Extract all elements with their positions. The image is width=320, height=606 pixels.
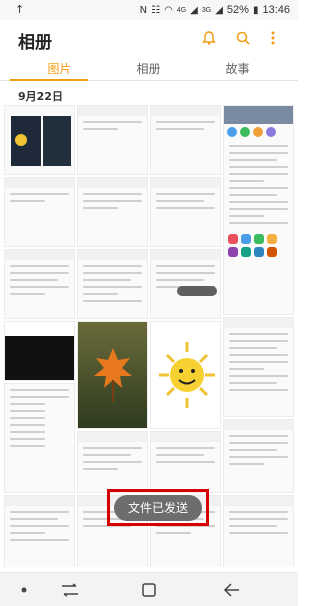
home-button[interactable] bbox=[137, 579, 161, 601]
search-icon[interactable] bbox=[233, 28, 253, 48]
signal-icon-2: ◢ bbox=[215, 4, 223, 16]
thumbnail[interactable] bbox=[4, 383, 75, 493]
network-4g: 4G bbox=[176, 6, 187, 14]
wifi-icon: ◠ bbox=[164, 4, 173, 16]
app-bar: 相册 bbox=[0, 20, 298, 58]
battery-percent: 52% bbox=[226, 4, 249, 16]
thumbnail[interactable] bbox=[223, 419, 294, 493]
thumbnail[interactable] bbox=[4, 495, 75, 567]
thumbnail[interactable] bbox=[4, 105, 75, 175]
thumbnail[interactable] bbox=[223, 495, 294, 567]
network-3g: 3G bbox=[201, 6, 212, 14]
battery-icon: ▮ bbox=[252, 4, 259, 16]
dot-button[interactable] bbox=[12, 579, 36, 601]
thumbnail[interactable] bbox=[77, 177, 148, 247]
status-bar: ↑ N ☷ ◠ 4G ◢ 3G ◢ 52% ▮ 13:46 bbox=[0, 0, 298, 20]
thumbnail[interactable] bbox=[4, 177, 75, 247]
tab-bar: 图片 相册 故事 bbox=[0, 58, 298, 82]
toast-message: 文件已发送 bbox=[114, 494, 202, 521]
thumbnail[interactable] bbox=[223, 317, 294, 417]
page-title: 相册 bbox=[18, 33, 52, 53]
thumbnail[interactable] bbox=[77, 431, 148, 493]
back-button[interactable] bbox=[220, 579, 244, 601]
tab-stories[interactable]: 故事 bbox=[188, 60, 287, 77]
thumbnail[interactable] bbox=[4, 249, 75, 319]
vibrate-icon: ☷ bbox=[151, 4, 161, 16]
recent-apps-button[interactable] bbox=[58, 579, 82, 601]
thumbnail[interactable] bbox=[4, 321, 75, 381]
thumbnail[interactable] bbox=[150, 249, 221, 319]
date-header: 9月22日 bbox=[18, 90, 63, 103]
tab-pictures[interactable]: 图片 bbox=[10, 60, 109, 77]
more-vert-icon[interactable] bbox=[263, 28, 283, 48]
nfc-icon: N bbox=[139, 4, 148, 16]
thumbnail[interactable] bbox=[77, 105, 148, 175]
bell-icon[interactable] bbox=[199, 28, 219, 48]
thumbnail[interactable] bbox=[77, 321, 148, 429]
upload-arrow-icon: ↑ bbox=[15, 3, 25, 16]
clock: 13:46 bbox=[262, 4, 290, 16]
thumbnail[interactable] bbox=[150, 321, 221, 429]
tab-albums[interactable]: 相册 bbox=[99, 60, 198, 77]
thumbnail[interactable] bbox=[150, 431, 221, 493]
status-icons: N ☷ ◠ 4G ◢ 3G ◢ 52% ▮ 13:46 bbox=[140, 0, 290, 20]
navigation-bar bbox=[0, 572, 298, 606]
tab-indicator bbox=[10, 79, 88, 81]
thumbnail[interactable] bbox=[150, 105, 221, 175]
thumbnail[interactable] bbox=[150, 177, 221, 247]
toast-highlight: 文件已发送 bbox=[107, 489, 209, 526]
signal-icon: ◢ bbox=[190, 4, 198, 16]
thumbnail[interactable] bbox=[223, 105, 294, 315]
thumbnail[interactable] bbox=[77, 249, 148, 319]
